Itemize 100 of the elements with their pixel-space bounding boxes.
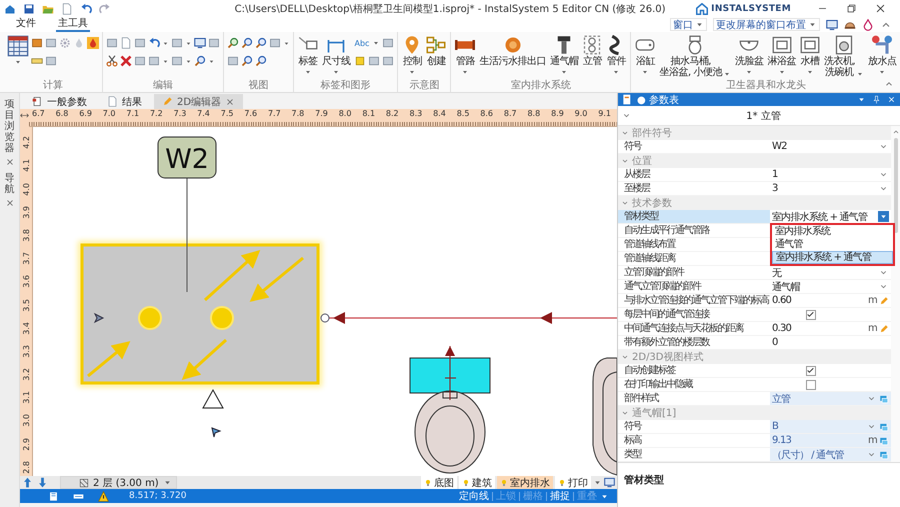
dropdown-field[interactable]: 立管 — [770, 392, 891, 405]
scroll-thumb[interactable] — [894, 138, 898, 233]
scissors-icon[interactable] — [106, 55, 118, 67]
square-icon[interactable] — [31, 37, 43, 49]
panel-tab[interactable]: 项目浏览器 — [4, 99, 14, 154]
ribbon-button[interactable]: 抽水马桶, 坐浴盆, 小便池 — [658, 35, 732, 78]
panel-tab[interactable]: 导航 — [4, 173, 14, 195]
layer-toggle[interactable]: 室内排水 — [497, 476, 553, 489]
status-toggle[interactable]: 捕捉 — [550, 489, 570, 503]
caret-icon[interactable] — [283, 40, 290, 46]
ribbon-button[interactable]: 放水点 — [867, 35, 898, 76]
square-icon[interactable] — [227, 55, 239, 67]
text-style-button[interactable]: Abc — [354, 38, 370, 48]
ribbon-button[interactable]: 生活污水排出口 — [478, 35, 547, 67]
dropdown-button[interactable]: 更改屏幕的窗口布置 — [713, 18, 820, 31]
dropdown-option[interactable]: 室内排水系统 — [772, 225, 893, 238]
layer-toggle[interactable]: 底图 — [421, 476, 457, 489]
book-icon[interactable] — [48, 490, 59, 502]
square-icon[interactable] — [134, 37, 146, 49]
dropdown-field[interactable]: 3 — [770, 182, 891, 195]
document-tab[interactable]: 2D编辑器 — [154, 94, 244, 109]
magnifier-icon[interactable] — [241, 55, 253, 67]
save-icon[interactable] — [23, 2, 35, 14]
magnifier-icon[interactable] — [227, 37, 239, 49]
square-icon[interactable] — [45, 37, 57, 49]
dropdown-field[interactable]: 1 — [770, 168, 891, 181]
dropdown-field[interactable]: W2 — [770, 140, 891, 153]
status-toggle[interactable]: 定向线 — [459, 489, 489, 503]
ribbon-button[interactable]: 控制 — [401, 35, 424, 76]
restore-icon[interactable] — [846, 3, 857, 14]
dropdown-option[interactable]: 室内排水系统 + 通气管 — [772, 251, 893, 264]
monitor-icon[interactable] — [826, 18, 838, 30]
collapse-icon[interactable] — [892, 128, 900, 136]
magnifier-icon[interactable] — [255, 37, 267, 49]
pin-icon[interactable] — [872, 95, 881, 104]
link-icon[interactable] — [879, 394, 889, 404]
table-icon[interactable] — [7, 35, 29, 57]
caret-icon[interactable] — [162, 58, 169, 64]
checkbox[interactable] — [806, 310, 816, 320]
ribbon-button[interactable]: 标签 — [297, 35, 319, 76]
value-field[interactable]: 0.60 m — [770, 294, 891, 307]
dropdown-option[interactable]: 通气管 — [772, 238, 893, 251]
ribbon-button[interactable]: 管路 — [454, 35, 476, 76]
ribbon-button[interactable]: 立管 — [581, 35, 604, 67]
drop-icon[interactable] — [862, 18, 874, 30]
note-icon[interactable] — [354, 55, 366, 67]
vent-pipe-drawing[interactable] — [444, 346, 456, 400]
value-field[interactable]: 0 — [770, 336, 891, 349]
ribbon-button[interactable]: 通气帽 — [548, 35, 580, 76]
square-icon[interactable] — [171, 37, 183, 49]
square-icon[interactable] — [382, 37, 394, 49]
document-icon[interactable] — [120, 37, 132, 49]
ribbon-button[interactable]: 管件 — [605, 35, 628, 76]
checkbox[interactable] — [806, 380, 816, 390]
caret-icon[interactable] — [372, 39, 380, 47]
drain-pipe-drawing[interactable] — [320, 312, 617, 324]
symbol-tag[interactable]: W2 — [158, 136, 216, 178]
undo-icon[interactable] — [148, 37, 160, 49]
magnifier-icon[interactable] — [255, 55, 267, 67]
warning-icon[interactable] — [98, 490, 109, 502]
ribbon-button[interactable]: 浴缸 — [634, 35, 656, 76]
square-icon[interactable] — [171, 55, 183, 67]
document-tab[interactable]: 结果 — [99, 94, 150, 109]
ribbon-button[interactable]: 尺寸线 — [321, 35, 352, 76]
ribbon-button[interactable]: 洗衣机, 洗碗机 — [822, 35, 865, 78]
home-icon[interactable] — [4, 2, 16, 14]
toilet-drawing[interactable] — [410, 358, 490, 474]
square-icon[interactable] — [106, 37, 118, 49]
monitor-icon[interactable] — [194, 37, 206, 49]
value-field[interactable]: 0.30 m — [770, 322, 891, 335]
ribbon-button[interactable]: 水槽 — [798, 35, 821, 76]
cross-icon[interactable] — [120, 55, 132, 67]
caret-icon[interactable] — [162, 40, 169, 46]
square-icon[interactable] — [208, 37, 220, 49]
document-tab[interactable]: 一般参数 — [24, 94, 95, 109]
arrow-down-icon[interactable] — [37, 477, 48, 488]
ribbon-button[interactable]: 创建 — [425, 35, 448, 67]
square-icon[interactable] — [269, 37, 281, 49]
caret-icon[interactable] — [185, 58, 192, 64]
checkbox[interactable] — [806, 366, 816, 376]
square-icon[interactable] — [382, 55, 394, 67]
document-icon[interactable] — [61, 2, 73, 14]
arrow-up-icon[interactable] — [22, 477, 33, 488]
monitor-icon[interactable] — [604, 477, 615, 488]
drop-icon[interactable] — [87, 37, 99, 49]
undo-icon[interactable] — [80, 2, 92, 14]
magnifier-icon[interactable] — [241, 37, 253, 49]
dropdown-field[interactable]: 通气帽 — [770, 280, 891, 293]
dropdown-button[interactable]: 窗口 — [670, 18, 707, 31]
dropdown-field[interactable]: B — [770, 420, 891, 433]
layer-toggle[interactable]: 建筑 — [459, 476, 495, 489]
ribbon-button[interactable]: 淋浴盆 — [766, 35, 797, 76]
basin-drawing[interactable] — [592, 358, 617, 476]
ribbon-button[interactable]: 洗脸盆 — [734, 35, 764, 76]
floor-dropdown[interactable]: 2 层 (3.00 m) — [60, 476, 177, 489]
square-icon[interactable] — [45, 55, 57, 67]
magnifier-icon[interactable] — [194, 55, 206, 67]
ribbon-tab[interactable]: 文件 — [14, 17, 38, 32]
dropdown-field[interactable]: 室内排水系统 + 通气管 — [770, 210, 891, 223]
dropdown-field[interactable]: 无 — [770, 266, 891, 279]
